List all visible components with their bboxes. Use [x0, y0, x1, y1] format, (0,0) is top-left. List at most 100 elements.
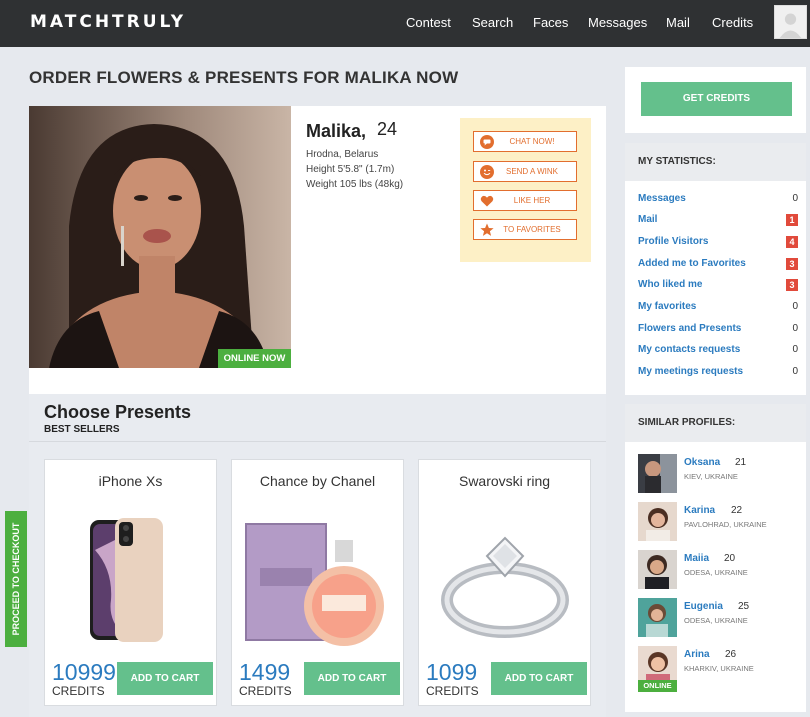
stat-count: 0	[792, 344, 798, 355]
stat-row-meetings-requests[interactable]: My meetings requests 0	[638, 366, 798, 382]
add-to-cart-button[interactable]: ADD TO CART	[491, 662, 587, 695]
similar-profile[interactable]: Karina 22 PAVLOHRAD, UKRAINE	[638, 502, 798, 542]
statistics-box: MY STATISTICS: Messages 0 Mail 1 Profile…	[625, 143, 806, 395]
stat-label[interactable]: Flowers and Presents	[638, 323, 741, 334]
gift-name: Swarovski ring	[458, 473, 551, 489]
similar-profile-age: 22	[731, 505, 743, 516]
similar-profile-location: ODESA, UKRAINE	[684, 568, 748, 577]
stat-count: 0	[792, 323, 798, 334]
profile-name: Malika,	[306, 121, 367, 141]
similar-profile-location: ODESA, UKRAINE	[684, 616, 748, 625]
wink-smiley-icon	[480, 165, 494, 179]
presents-divider	[29, 441, 606, 442]
add-to-cart-button[interactable]: ADD TO CART	[304, 662, 400, 695]
similar-profile-age: 20	[724, 553, 736, 564]
similar-profile[interactable]: Arina 26 KHARKIV, UKRAINE ONLINE	[638, 646, 798, 692]
similar-profile-photo[interactable]	[638, 454, 677, 493]
stat-label[interactable]: Profile Visitors	[638, 236, 708, 247]
similar-profile-name[interactable]: Eugenia	[684, 601, 723, 612]
get-credits-button[interactable]: GET CREDITS	[641, 82, 792, 116]
gift-credits-label: CREDITS	[426, 684, 479, 698]
gift-price: 1499	[239, 659, 291, 685]
stat-count-badge: 3	[786, 258, 798, 270]
nav-faces[interactable]: Faces	[533, 15, 568, 30]
stat-row-contacts-requests[interactable]: My contacts requests 0	[638, 344, 798, 360]
stat-row-added-to-favorites[interactable]: Added me to Favorites 3	[638, 258, 798, 274]
similar-photo-image	[638, 550, 677, 589]
similar-profile-name[interactable]: Arina	[684, 649, 710, 660]
profile-age: 24	[377, 119, 398, 139]
similar-profile-name[interactable]: Oksana	[684, 457, 720, 468]
stat-label[interactable]: Added me to Favorites	[638, 258, 746, 269]
similar-profile-photo[interactable]	[638, 550, 677, 589]
to-favorites-button[interactable]: TO FAVORITES	[473, 219, 577, 240]
send-wink-button[interactable]: SEND A WINK	[473, 161, 577, 182]
similar-profile-name[interactable]: Maiia	[684, 553, 709, 564]
top-navbar: MATCHTRULY Contest Search Faces Messages…	[0, 0, 810, 47]
stat-row-profile-visitors[interactable]: Profile Visitors 4	[638, 236, 798, 252]
similar-profile-age: 26	[725, 649, 737, 660]
stat-label[interactable]: Who liked me	[638, 279, 702, 290]
similar-profile-name[interactable]: Karina	[684, 505, 715, 516]
nav-search[interactable]: Search	[472, 15, 513, 30]
stat-count: 0	[792, 193, 798, 204]
credits-box: GET CREDITS	[625, 67, 806, 133]
nav-messages[interactable]: Messages	[588, 15, 647, 30]
similar-profile-photo[interactable]	[638, 502, 677, 541]
stat-row-mail[interactable]: Mail 1	[638, 214, 798, 230]
gift-card-chanel: Chance by Chanel 1499 CREDITS ADD TO CAR…	[231, 459, 404, 706]
stat-count: 0	[792, 366, 798, 377]
ring-image[interactable]	[427, 510, 584, 650]
stat-row-flowers-presents[interactable]: Flowers and Presents 0	[638, 323, 798, 339]
stat-count: 0	[792, 301, 798, 312]
stat-count-badge: 4	[786, 236, 798, 248]
proceed-to-checkout-tab[interactable]: PROCEED TO CHECKOUT	[5, 511, 27, 647]
similar-profile-photo[interactable]	[638, 598, 677, 637]
online-badge: ONLINE	[638, 680, 677, 692]
stat-count-badge: 3	[786, 279, 798, 291]
similar-profile[interactable]: Eugenia 25 ODESA, UKRAINE	[638, 598, 798, 638]
similar-profile-age: 25	[738, 601, 750, 612]
user-avatar[interactable]	[774, 5, 807, 39]
perfume-image[interactable]	[240, 510, 397, 650]
profile-photo[interactable]	[29, 106, 291, 368]
stat-row-my-favorites[interactable]: My favorites 0	[638, 301, 798, 317]
stat-row-who-liked-me[interactable]: Who liked me 3	[638, 279, 798, 295]
gift-name: Chance by Chanel	[259, 473, 376, 489]
iphone-image[interactable]	[53, 510, 210, 650]
stat-label[interactable]: My favorites	[638, 301, 696, 312]
similar-profile-location: PAVLOHRAD, UKRAINE	[684, 520, 767, 529]
profile-actions-panel: CHAT NOW! SEND A WINK LIKE HER TO FAVORI…	[460, 118, 591, 262]
stat-row-messages[interactable]: Messages 0	[638, 193, 798, 209]
similar-profile[interactable]: Maiia 20 ODESA, UKRAINE	[638, 550, 798, 590]
gift-price: 1099	[426, 659, 478, 685]
stat-label[interactable]: Mail	[638, 214, 657, 225]
user-silhouette-icon	[775, 6, 806, 38]
similar-photo-image	[638, 502, 677, 541]
gift-card-iphone: iPhone Xs 10999 CREDITS ADD TO CART	[44, 459, 217, 706]
gift-card-ring: Swarovski ring 1099 CREDITS ADD TO CART	[418, 459, 591, 706]
stat-label[interactable]: My meetings requests	[638, 366, 743, 377]
chat-now-button[interactable]: CHAT NOW!	[473, 131, 577, 152]
like-her-button[interactable]: LIKE HER	[473, 190, 577, 211]
add-to-cart-button[interactable]: ADD TO CART	[117, 662, 213, 695]
presents-title: Choose Presents	[44, 402, 192, 422]
checkout-label: PROCEED TO CHECKOUT	[11, 522, 21, 636]
gift-credits-label: CREDITS	[239, 684, 292, 698]
similar-profiles-title: SIMILAR PROFILES:	[625, 404, 806, 442]
profile-location: Hrodna, Belarus	[306, 149, 379, 160]
site-logo[interactable]: MATCHTRULY	[30, 12, 186, 32]
nav-credits[interactable]: Credits	[712, 15, 753, 30]
nav-mail[interactable]: Mail	[666, 15, 690, 30]
profile-card: ONLINE NOW Malika, 24 Hrodna, Belarus He…	[29, 106, 606, 394]
presents-subtitle: BEST SELLERS	[44, 424, 120, 435]
similar-photo-image	[638, 454, 677, 493]
gift-price: 10999	[52, 659, 116, 685]
similar-profile-location: KIEV, UKRAINE	[684, 472, 738, 481]
similar-profiles-box: SIMILAR PROFILES: Oksana 21 KIEV, UKRAIN…	[625, 404, 806, 712]
similar-profile-age: 21	[735, 457, 747, 468]
similar-profile[interactable]: Oksana 21 KIEV, UKRAINE	[638, 454, 798, 494]
nav-contest[interactable]: Contest	[406, 15, 451, 30]
stat-label[interactable]: My contacts requests	[638, 344, 740, 355]
stat-label[interactable]: Messages	[638, 193, 686, 204]
